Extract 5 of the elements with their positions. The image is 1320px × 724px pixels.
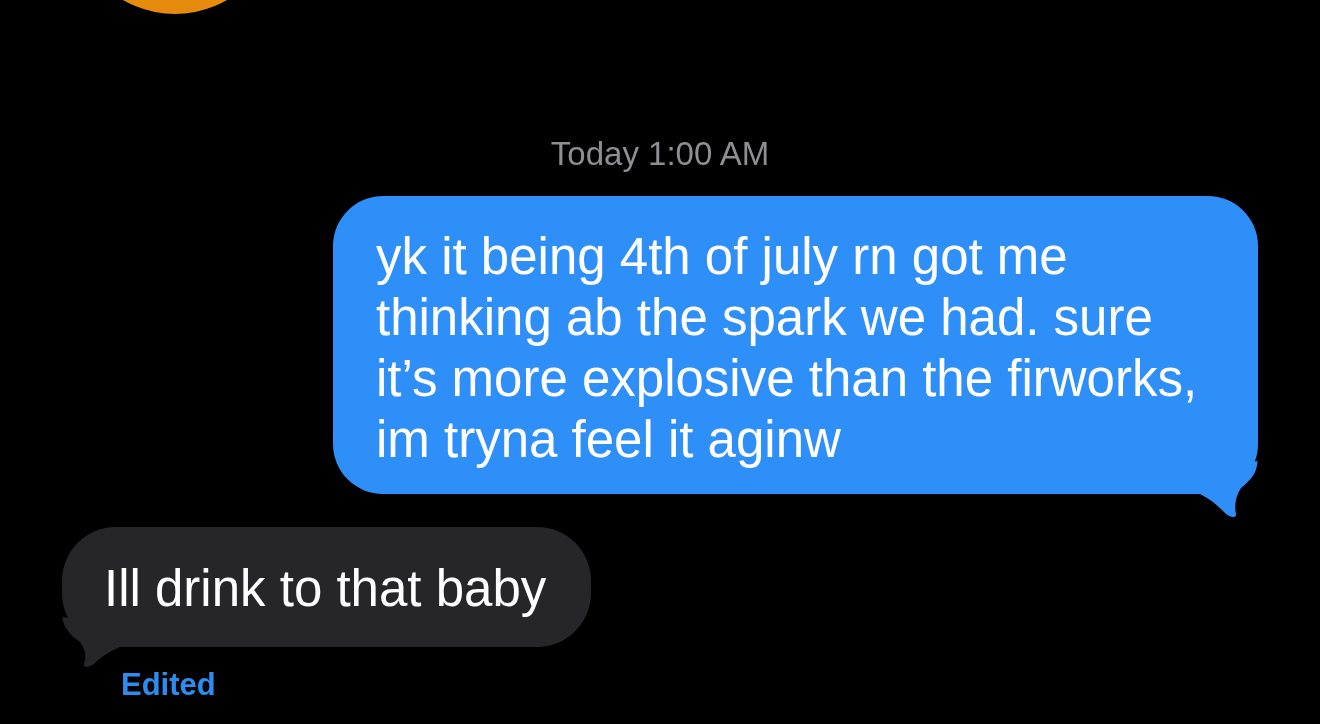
bubble-tail-icon: [62, 617, 122, 668]
edited-label: Edited: [121, 666, 216, 704]
message-bubble: yk it being 4th of july rn got me thinking ab the spark we had. sure it’s more explosive than the firworks, im tryna feel it aginw: [333, 196, 1258, 494]
timestamp: Today 1:00 AM: [550, 135, 770, 173]
bubble-tail-icon: [1198, 461, 1258, 517]
